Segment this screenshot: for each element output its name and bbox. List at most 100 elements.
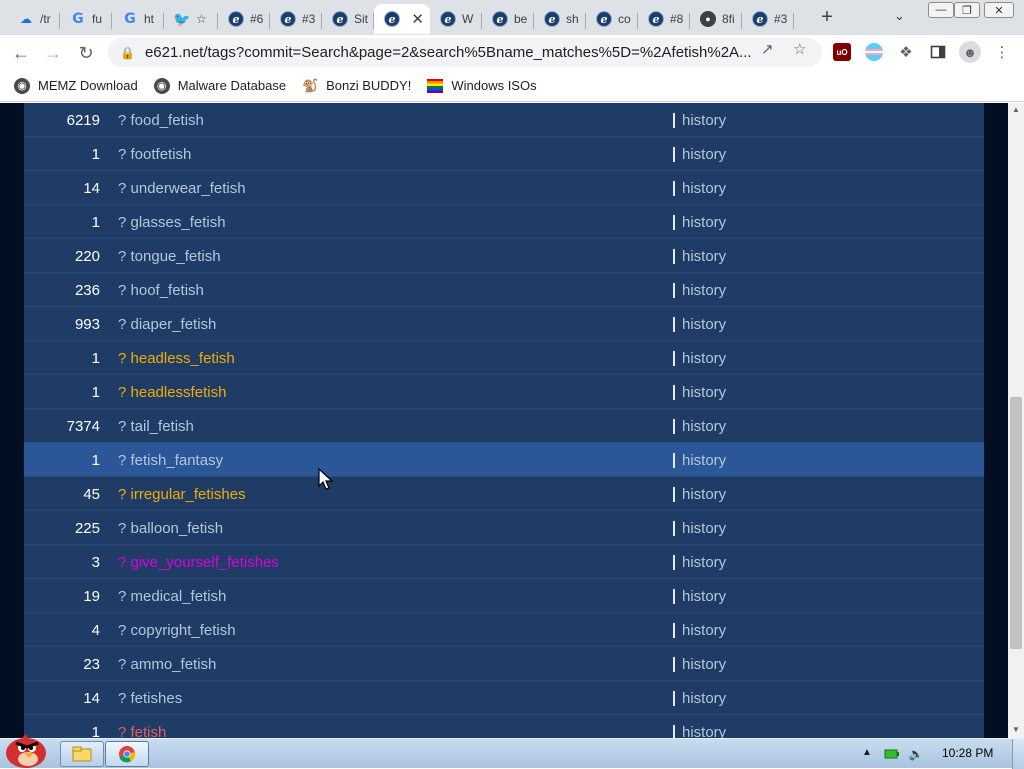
history-link[interactable]: history (682, 418, 726, 435)
tag-name-link[interactable]: ? headless_fetish (118, 350, 235, 367)
angry-bird-start-icon[interactable] (2, 731, 50, 769)
browser-tab[interactable]: e Sit (322, 4, 374, 34)
tag-name-link[interactable]: ? fetish (118, 724, 166, 738)
tag-row: 6219 ? food_fetish history (24, 103, 984, 137)
column-divider (673, 725, 675, 738)
share-icon[interactable]: ↗ (761, 40, 774, 58)
history-link[interactable]: history (682, 384, 726, 401)
tray-expand-arrow-icon[interactable]: ▲ (862, 747, 872, 758)
side-panel-icon[interactable] (929, 43, 947, 61)
browser-tab[interactable]: ☁ /tr (8, 4, 60, 34)
browser-tab[interactable]: e sh (534, 4, 586, 34)
lock-icon[interactable]: 🔒 (120, 46, 135, 60)
tag-name-link[interactable]: ? fetish_fantasy (118, 452, 223, 469)
new-tab-button[interactable]: + (816, 6, 838, 28)
close-window-button[interactable]: ✕ (984, 2, 1014, 18)
scroll-up-arrow-icon[interactable]: ▲ (1012, 105, 1020, 114)
browser-tab[interactable]: e #3 (742, 4, 794, 34)
tag-name-link[interactable]: ? glasses_fetish (118, 214, 226, 231)
browser-tab[interactable]: e ✕ (374, 4, 430, 34)
browser-tab[interactable]: 🐦 ☆ (164, 4, 218, 34)
browser-tab[interactable]: e #3 (270, 4, 322, 34)
browser-menu-icon[interactable]: ⋮ (993, 43, 1011, 61)
clock[interactable]: 10:28 PM (942, 746, 993, 760)
file-explorer-taskbar-button[interactable] (60, 741, 104, 767)
post-count: 14 (83, 690, 100, 707)
tag-name-link[interactable]: ? footfetish (118, 146, 191, 163)
tag-name-link[interactable]: ? copyright_fetish (118, 622, 236, 639)
volume-icon[interactable]: 🔈 (908, 747, 924, 761)
history-link[interactable]: history (682, 248, 726, 265)
chrome-taskbar-button[interactable] (105, 741, 149, 767)
tag-name-link[interactable]: ? underwear_fetish (118, 180, 246, 197)
history-link[interactable]: history (682, 282, 726, 299)
battery-icon[interactable] (884, 747, 900, 761)
bookmark-item[interactable]: ◉ Malware Database (153, 77, 286, 94)
tag-row: 1? fetish history (24, 715, 984, 738)
bookmark-item[interactable]: ◉ MEMZ Download (14, 77, 138, 94)
tag-name-link[interactable]: ? give_yourself_fetishes (118, 554, 279, 571)
show-desktop-button[interactable] (1012, 739, 1024, 769)
extensions-puzzle-icon[interactable]: ❖ (897, 43, 915, 61)
scroll-down-arrow-icon[interactable]: ▼ (1012, 725, 1020, 734)
tag-name-link[interactable]: ? irregular_fetishes (118, 486, 246, 503)
history-link[interactable]: history (682, 554, 726, 571)
bookmark-item[interactable]: Windows ISOs (427, 78, 537, 94)
tag-name-link[interactable]: ? fetishes (118, 690, 182, 707)
browser-tab[interactable]: e co (586, 4, 638, 34)
profile-avatar-icon[interactable]: ☻ (959, 41, 981, 63)
bookmark-star-icon[interactable]: ☆ (793, 40, 806, 58)
back-arrow-icon[interactable]: ← (8, 40, 34, 66)
history-link[interactable]: history (682, 622, 726, 639)
tag-name-link[interactable]: ? medical_fetish (118, 588, 226, 605)
history-link[interactable]: history (682, 214, 726, 231)
history-link[interactable]: history (682, 112, 726, 129)
browser-tab[interactable]: Gfu (60, 4, 112, 34)
close-tab-icon[interactable]: ✕ (411, 10, 424, 28)
vertical-scrollbar[interactable]: ▲ ▼ (1008, 103, 1024, 738)
trans-flag-extension-icon[interactable] (865, 43, 883, 61)
tag-name-link[interactable]: ? balloon_fetish (118, 520, 223, 537)
ublock-origin-icon[interactable]: uO (833, 43, 851, 61)
column-divider (673, 249, 675, 264)
reload-icon[interactable]: ↻ (73, 40, 99, 66)
tag-name-link[interactable]: ? hoof_fetish (118, 282, 204, 299)
browser-tab[interactable]: Ght (112, 4, 164, 34)
e621-icon: e (228, 11, 244, 27)
tag-name-link[interactable]: ? headlessfetish (118, 384, 226, 401)
history-link[interactable]: history (682, 656, 726, 673)
tab-title: #3 (302, 12, 316, 26)
tag-name-link[interactable]: ? ammo_fetish (118, 656, 216, 673)
e621-icon: e (440, 11, 456, 27)
address-bar[interactable]: 🔒 e621.net/tags?commit=Search&page=2&sea… (108, 38, 822, 67)
tab-search-chevron-icon[interactable]: ⌄ (894, 8, 905, 24)
history-link[interactable]: history (682, 690, 726, 707)
url-text[interactable]: e621.net/tags?commit=Search&page=2&searc… (145, 44, 755, 61)
history-link[interactable]: history (682, 588, 726, 605)
bookmark-item[interactable]: 🐒 Bonzi BUDDY! (302, 78, 411, 94)
browser-tab[interactable]: e be (482, 4, 534, 34)
history-link[interactable]: history (682, 452, 726, 469)
browser-tab[interactable]: e #6 (218, 4, 270, 34)
history-link[interactable]: history (682, 146, 726, 163)
tag-name-link[interactable]: ? diaper_fetish (118, 316, 216, 333)
scrollbar-thumb[interactable] (1010, 397, 1022, 649)
forward-arrow-icon[interactable]: → (40, 40, 66, 66)
history-link[interactable]: history (682, 350, 726, 367)
history-link[interactable]: history (682, 180, 726, 197)
browser-tab[interactable]: ● 8fi (690, 4, 742, 34)
history-link[interactable]: history (682, 486, 726, 503)
tag-name-link[interactable]: ? tongue_fetish (118, 248, 221, 265)
tag-name-link[interactable]: ? tail_fetish (118, 418, 194, 435)
browser-tab[interactable]: eW (430, 4, 482, 34)
history-link[interactable]: history (682, 724, 726, 738)
tag-name-link[interactable]: ? food_fetish (118, 112, 204, 129)
minimize-button[interactable]: — (928, 2, 954, 18)
browser-tab[interactable]: e #8 (638, 4, 690, 34)
e621-icon: e (596, 11, 612, 27)
e621-icon: e (384, 11, 400, 27)
tag-row: 7374 ? tail_fetish history (24, 409, 984, 443)
history-link[interactable]: history (682, 520, 726, 537)
history-link[interactable]: history (682, 316, 726, 333)
restore-button[interactable]: ❐ (954, 2, 980, 18)
